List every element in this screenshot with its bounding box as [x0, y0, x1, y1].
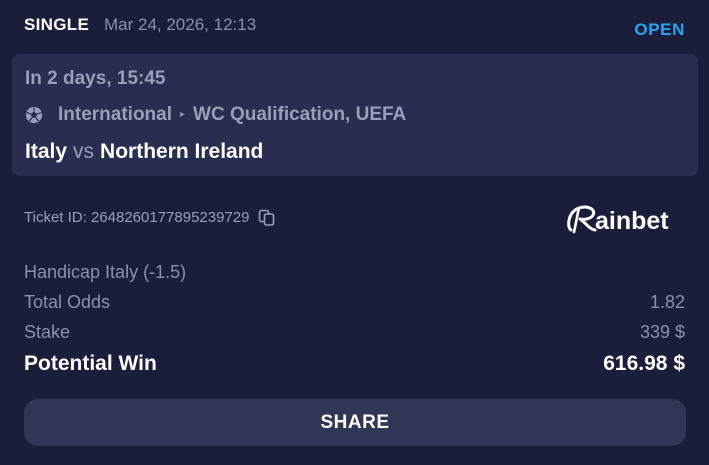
- stake-value: 339 $: [639, 322, 685, 342]
- bet-selection-row: Handicap Italy (-1.5): [24, 262, 685, 284]
- ticket-id-value: 2648260177895239729: [90, 209, 250, 226]
- event-breadcrumb: International ▸ WC Qualification, UEFA: [25, 104, 406, 126]
- potential-win-row: Potential Win 616.98 $: [24, 352, 685, 375]
- away-team: Northern Ireland: [100, 140, 264, 163]
- total-odds-value: 1.82: [649, 292, 685, 312]
- share-button[interactable]: SHARE: [24, 399, 686, 446]
- soccer-ball-icon: [25, 106, 43, 124]
- bet-slip-card: SINGLE Mar 24, 2026, 12:13 OPEN In 2 day…: [0, 0, 709, 465]
- stake-row: Stake 339 $: [24, 322, 685, 344]
- ticket-id-row: Ticket ID: 2648260177895239729: [24, 209, 275, 226]
- chevron-right-icon: ▸: [180, 108, 186, 120]
- potential-win-value: 616.98 $: [603, 352, 685, 375]
- copy-icon[interactable]: [258, 209, 275, 226]
- ticket-id-label: Ticket ID:: [24, 209, 87, 226]
- event-match: Italy vs Northern Ireland: [25, 140, 263, 164]
- bet-selection: Handicap Italy (-1.5): [24, 262, 187, 282]
- event-competition: WC Qualification, UEFA: [193, 104, 407, 125]
- rainbet-logo: ainbet: [567, 205, 669, 235]
- home-team: Italy: [25, 140, 68, 163]
- stake-label: Stake: [24, 322, 71, 342]
- potential-win-label: Potential Win: [24, 352, 157, 375]
- bet-type-label: SINGLE: [24, 15, 90, 34]
- event-start-time: In 2 days, 15:45: [25, 68, 166, 89]
- event-category: International: [58, 104, 173, 125]
- versus-label: vs: [73, 140, 95, 163]
- bet-header: SINGLE Mar 24, 2026, 12:13 OPEN: [24, 12, 685, 42]
- total-odds-row: Total Odds 1.82: [24, 292, 685, 314]
- bet-status-badge: OPEN: [634, 20, 685, 39]
- total-odds-label: Total Odds: [24, 292, 111, 312]
- svg-text:ainbet: ainbet: [595, 207, 669, 235]
- bet-placed-date: Mar 24, 2026, 12:13: [104, 15, 257, 34]
- event-panel[interactable]: In 2 days, 15:45 International ▸ WC Qual…: [12, 54, 698, 176]
